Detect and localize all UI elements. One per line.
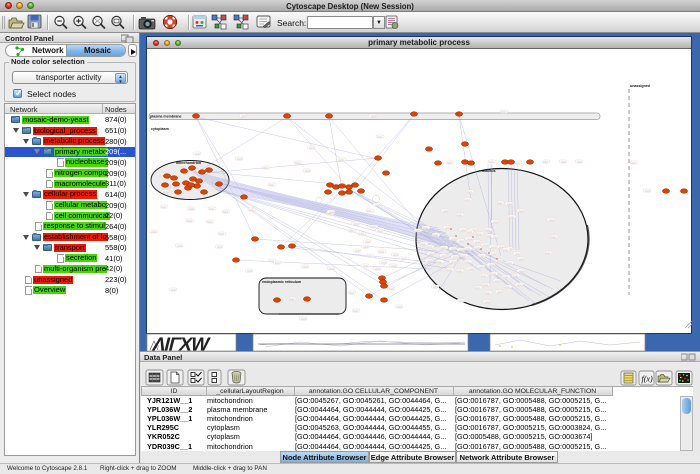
svg-text:ΛΙΓΧW: ΛΙΓΧW	[150, 335, 212, 351]
svg-text:mitochondrion: mitochondrion	[176, 161, 201, 165]
svg-text:plasma membrane: plasma membrane	[150, 115, 182, 119]
svg-text:cytoplasm: cytoplasm	[151, 127, 169, 131]
svg-text:endoplasmic reticulum: endoplasmic reticulum	[262, 280, 301, 284]
svg-text:unassigned: unassigned	[630, 84, 650, 88]
svg-text:nucleus: nucleus	[482, 169, 496, 173]
svg-text:f(x): f(x)	[642, 375, 653, 384]
